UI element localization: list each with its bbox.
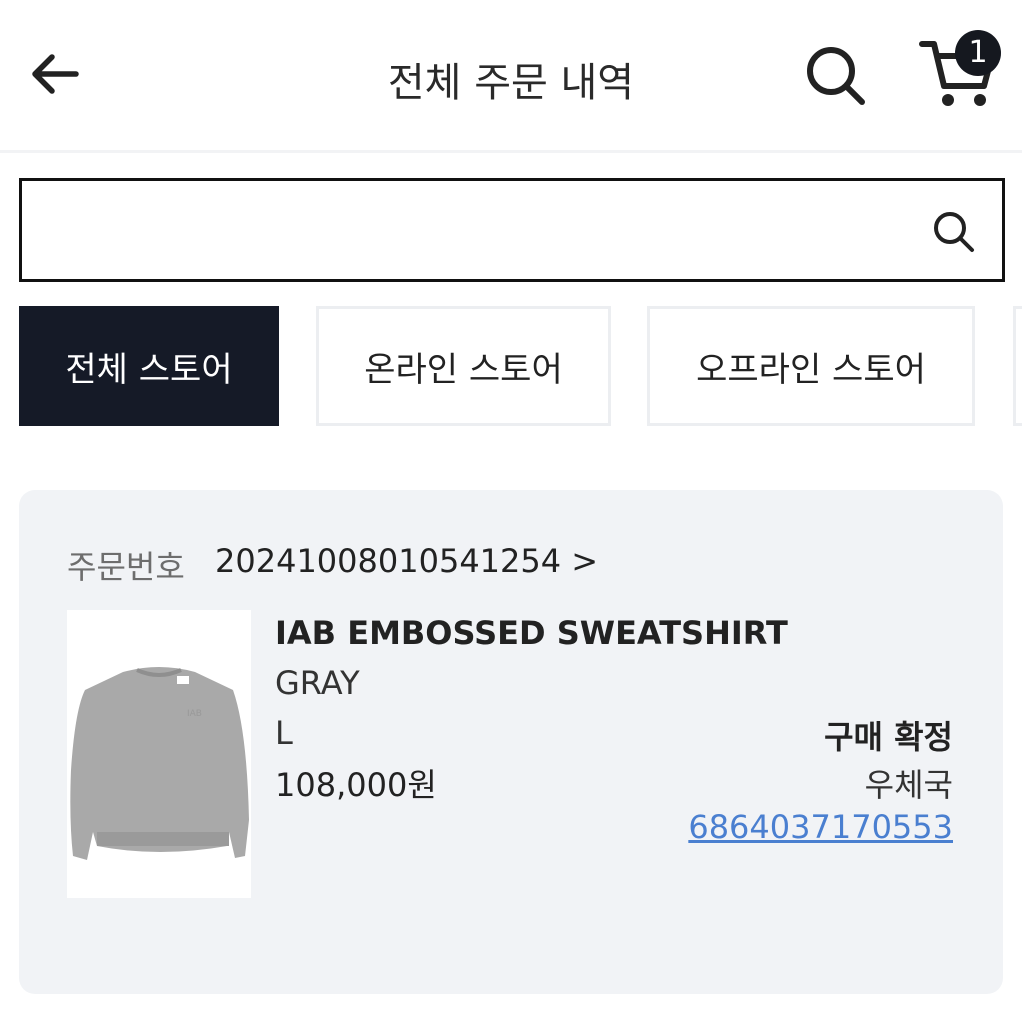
tab-online-store[interactable]: 온라인 스토어 bbox=[316, 306, 611, 426]
svg-text:IAB: IAB bbox=[187, 709, 202, 719]
product-thumbnail[interactable]: IAB bbox=[67, 610, 251, 898]
search-icon[interactable] bbox=[930, 208, 976, 254]
order-status: 구매 확정 bbox=[824, 718, 953, 756]
order-number-label: 주문번호 bbox=[67, 548, 185, 586]
cart-count-badge: 1 bbox=[955, 30, 1001, 76]
product-price: 108,000원 bbox=[275, 766, 437, 804]
sweatshirt-image: IAB bbox=[70, 667, 249, 860]
delivery-carrier: 우체국 bbox=[864, 766, 953, 804]
product-size: L bbox=[275, 714, 293, 752]
tab-offline-store[interactable]: 오프라인 스토어 bbox=[647, 306, 975, 426]
top-app-bar: 전체 주문 내역 1 bbox=[0, 0, 1022, 153]
product-color: GRAY bbox=[275, 664, 360, 702]
tab-all-store[interactable]: 전체 스토어 bbox=[19, 306, 279, 426]
order-card[interactable]: 주문번호 20241008010541254 > IAB IAB EMBOSSE… bbox=[19, 490, 1003, 994]
search-input[interactable] bbox=[42, 201, 926, 259]
search-bar bbox=[19, 178, 1005, 282]
order-number-link[interactable]: 20241008010541254 > bbox=[215, 542, 598, 580]
search-icon[interactable] bbox=[800, 40, 870, 110]
tracking-number-link[interactable]: 6864037170553 bbox=[688, 808, 953, 846]
tab-overflow-edge[interactable] bbox=[1013, 306, 1022, 426]
product-name: IAB EMBOSSED SWEATSHIRT bbox=[275, 614, 788, 652]
